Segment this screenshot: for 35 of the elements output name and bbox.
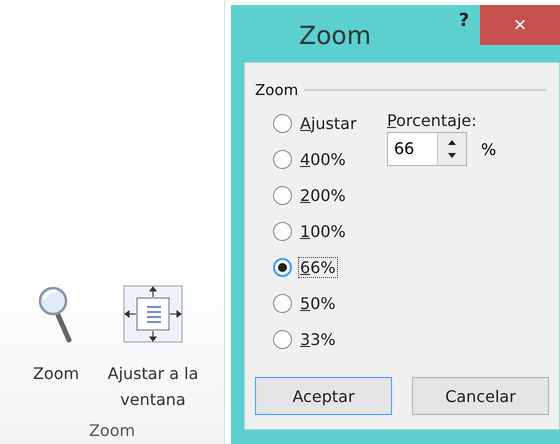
option-label[interactable]: Ajustar	[298, 112, 359, 134]
radio-option[interactable]: 50%	[273, 291, 387, 315]
radio-button[interactable]	[273, 330, 292, 348]
radio-button[interactable]	[273, 114, 292, 132]
option-label[interactable]: 33%	[298, 328, 338, 350]
help-button[interactable]: ?	[449, 10, 479, 31]
percentage-label: Porcentaje:	[387, 111, 478, 130]
radio-button[interactable]	[273, 186, 292, 204]
radio-button[interactable]	[273, 222, 292, 240]
magnifier-icon	[38, 285, 74, 343]
radio-option[interactable]: Ajustar	[273, 111, 387, 135]
zoom-button[interactable]: Zoom	[21, 285, 91, 387]
close-button[interactable]: ×	[480, 5, 560, 45]
option-label[interactable]: 50%	[298, 292, 338, 314]
percent-unit: %	[481, 140, 496, 158]
radio-option[interactable]: 66%	[273, 255, 387, 279]
group-label: Zoom	[88, 421, 136, 440]
radio-button[interactable]	[273, 294, 292, 312]
radio-option[interactable]: 100%	[273, 219, 387, 243]
percentage-spinbox[interactable]: 66	[387, 132, 467, 166]
option-label[interactable]: 200%	[298, 184, 348, 206]
radio-option[interactable]: 400%	[273, 147, 387, 171]
radio-option[interactable]: 200%	[273, 183, 387, 207]
radio-option[interactable]: 33%	[273, 327, 387, 351]
radio-button[interactable]	[273, 258, 292, 276]
fit-window-button[interactable]: Ajustar a la ventana	[103, 285, 203, 413]
group-title: Zoom	[255, 81, 298, 99]
ok-button[interactable]: Aceptar	[255, 377, 392, 415]
option-label[interactable]: 100%	[298, 220, 348, 242]
fit-page-icon	[123, 285, 183, 343]
radio-button[interactable]	[273, 150, 292, 168]
window-title: Zoom	[299, 21, 372, 50]
option-label[interactable]: 400%	[298, 148, 348, 170]
cancel-button[interactable]: Cancelar	[412, 377, 549, 415]
option-label[interactable]: 66%	[298, 256, 338, 278]
